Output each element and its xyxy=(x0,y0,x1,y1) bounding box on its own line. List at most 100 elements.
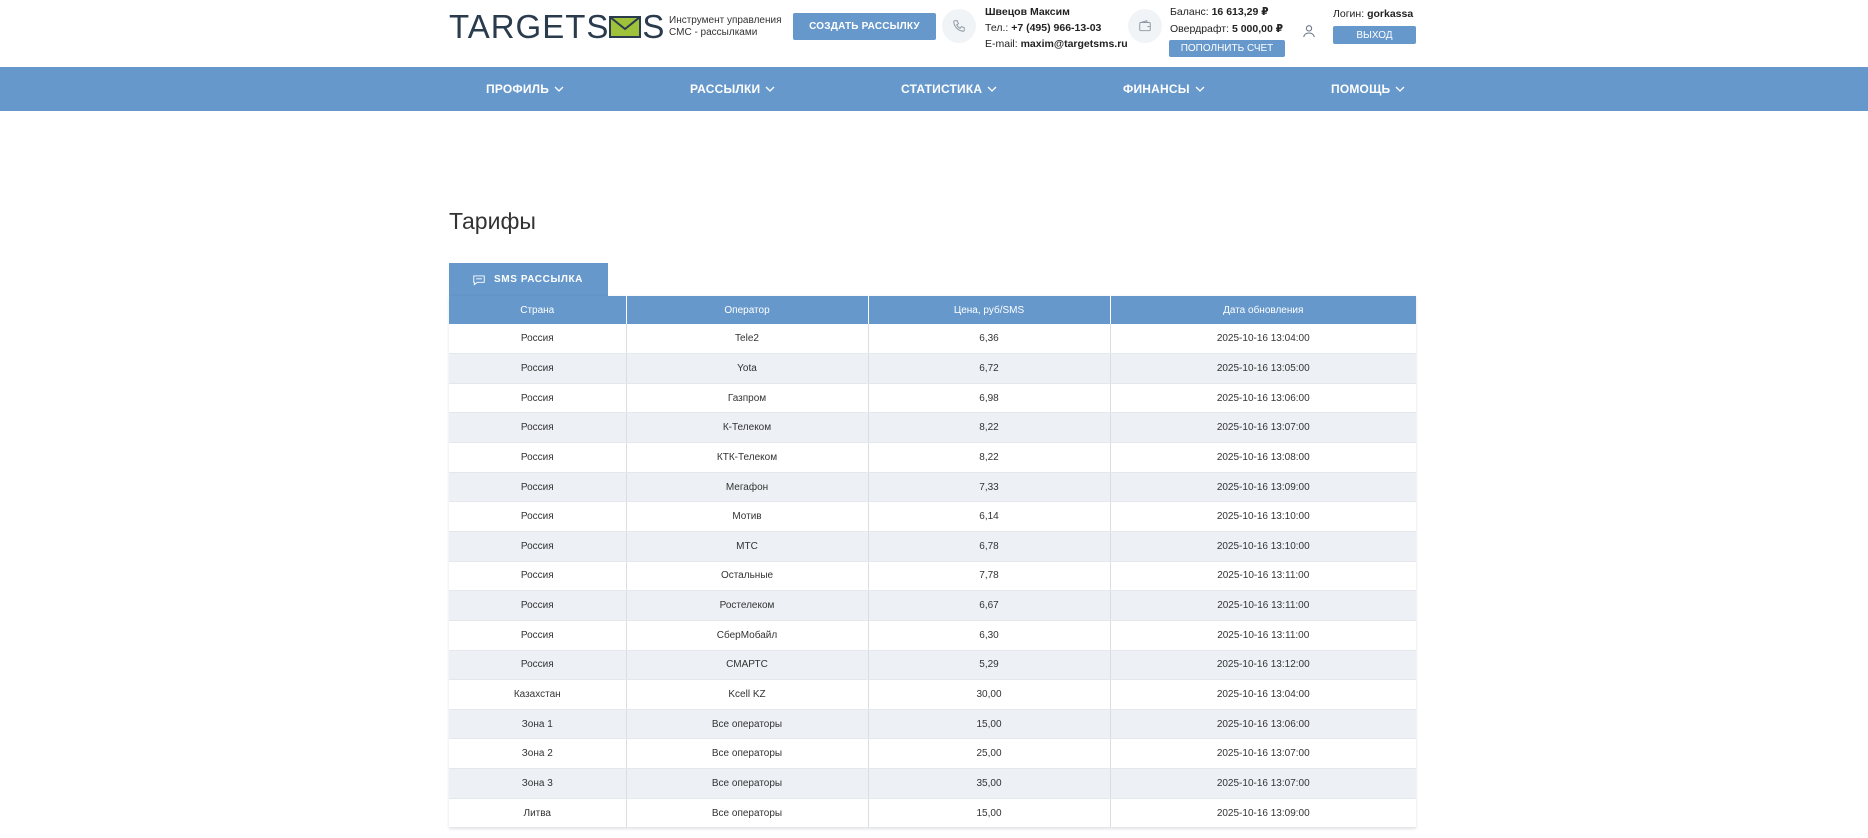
cell-price: 5,29 xyxy=(868,650,1111,681)
user-icon[interactable] xyxy=(1292,14,1326,48)
table-row: Россия Yota 6,72 2025-10-16 13:05:00 xyxy=(449,353,1416,384)
cell-price: 15,00 xyxy=(868,709,1111,740)
chevron-down-icon xyxy=(554,86,564,92)
nav-item-profile[interactable]: ПРОФИЛЬ xyxy=(486,67,564,111)
cell-price: 15,00 xyxy=(868,798,1111,829)
cell-updated: 2025-10-16 13:11:00 xyxy=(1110,561,1416,592)
tab-label: SMS РАССЫЛКА xyxy=(494,274,583,285)
cell-price: 6,72 xyxy=(868,353,1111,384)
logo-letter-s-end: S xyxy=(642,8,665,45)
logo-text: TARGET xyxy=(449,8,587,45)
nav-item-label: ПОМОЩЬ xyxy=(1331,82,1391,96)
nav-item-mailings[interactable]: РАССЫЛКИ xyxy=(690,67,775,111)
table-row: Россия Tele2 6,36 2025-10-16 13:04:00 xyxy=(449,324,1416,355)
chevron-down-icon xyxy=(987,86,997,92)
cell-country: Россия xyxy=(449,531,627,562)
phone-value[interactable]: +7 (495) 966-13-03 xyxy=(1011,22,1101,34)
cell-updated: 2025-10-16 13:05:00 xyxy=(1110,353,1416,384)
cell-updated: 2025-10-16 13:06:00 xyxy=(1110,709,1416,740)
table-row: Россия Мотив 6,14 2025-10-16 13:10:00 xyxy=(449,501,1416,532)
cell-country: Зона 1 xyxy=(449,709,627,740)
page-title: Тарифы xyxy=(449,208,536,234)
logout-button[interactable]: ВЫХОД xyxy=(1333,26,1416,44)
overdraft-label: Овердрафт: xyxy=(1170,23,1230,35)
nav-item-statistics[interactable]: СТАТИСТИКА xyxy=(901,67,997,111)
cell-price: 6,67 xyxy=(868,590,1111,621)
table-row: Россия Газпром 6,98 2025-10-16 13:06:00 xyxy=(449,383,1416,414)
cell-operator: Все операторы xyxy=(626,768,869,799)
cell-operator: Все операторы xyxy=(626,709,869,740)
balance-value: 16 613,29 ₽ xyxy=(1211,6,1269,18)
cell-operator: Все операторы xyxy=(626,798,869,829)
cell-updated: 2025-10-16 13:10:00 xyxy=(1110,501,1416,532)
cell-operator: Газпром xyxy=(626,383,869,414)
logo[interactable]: TARGET S S xyxy=(449,8,665,45)
cell-price: 8,22 xyxy=(868,412,1111,444)
create-mailing-button[interactable]: СОЗДАТЬ РАССЫЛКУ xyxy=(793,13,936,40)
contact-name: Швецов Максим xyxy=(985,6,1070,18)
main-nav: ПРОФИЛЬ РАССЫЛКИ СТАТИСТИКА ФИНАНСЫ ПОМО… xyxy=(0,67,1868,111)
cell-price: 7,33 xyxy=(868,472,1111,503)
nav-item-label: СТАТИСТИКА xyxy=(901,82,983,96)
cell-operator: Yota xyxy=(626,353,869,384)
cell-updated: 2025-10-16 13:10:00 xyxy=(1110,531,1416,562)
cell-country: Россия xyxy=(449,620,627,651)
cell-country: Казахстан xyxy=(449,679,627,710)
cell-updated: 2025-10-16 13:04:00 xyxy=(1110,324,1416,355)
nav-item-label: ПРОФИЛЬ xyxy=(486,82,550,96)
cell-price: 30,00 xyxy=(868,679,1111,710)
cell-price: 6,14 xyxy=(868,501,1111,532)
table-row: Казахстан Kcell KZ 30,00 2025-10-16 13:04:0… xyxy=(449,679,1416,710)
cell-updated: 2025-10-16 13:07:00 xyxy=(1110,738,1416,770)
cell-country: Россия xyxy=(449,412,627,444)
cell-operator: СберМобайл xyxy=(626,620,869,651)
cell-operator: Все операторы xyxy=(626,738,869,770)
sms-icon xyxy=(473,274,485,286)
cell-price: 6,98 xyxy=(868,383,1111,414)
table-row: Россия КТК-Телеком 8,22 2025-10-16 13:08:00 xyxy=(449,442,1416,473)
cell-country: Россия xyxy=(449,442,627,473)
cell-price: 35,00 xyxy=(868,768,1111,799)
cell-updated: 2025-10-16 13:11:00 xyxy=(1110,620,1416,651)
login-info: Логин: gorkassa xyxy=(1333,8,1413,20)
site-header: TARGET S S Инструмент управления СМС - р… xyxy=(0,0,1868,67)
cell-operator: К-Телеком xyxy=(626,412,869,444)
cell-price: 6,36 xyxy=(868,324,1111,355)
phone-icon xyxy=(942,9,976,43)
tab-sms-mailing[interactable]: SMS РАССЫЛКА xyxy=(449,263,608,296)
nav-item-help[interactable]: ПОМОЩЬ xyxy=(1331,67,1405,111)
cell-price: 6,78 xyxy=(868,531,1111,562)
cell-updated: 2025-10-16 13:08:00 xyxy=(1110,442,1416,473)
cell-country: Россия xyxy=(449,383,627,414)
cell-updated: 2025-10-16 13:04:00 xyxy=(1110,679,1416,710)
cell-price: 7,78 xyxy=(868,561,1111,592)
cell-country: Россия xyxy=(449,472,627,503)
cell-operator: МТС xyxy=(626,531,869,562)
cell-operator: КТК-Телеком xyxy=(626,442,869,473)
top-up-button[interactable]: ПОПОЛНИТЬ СЧЕТ xyxy=(1169,40,1285,57)
tagline: Инструмент управления СМС - рассылками xyxy=(669,15,789,39)
cell-operator: Мотив xyxy=(626,501,869,532)
cell-updated: 2025-10-16 13:09:00 xyxy=(1110,798,1416,829)
cell-operator: СМАРТС xyxy=(626,650,869,681)
nav-item-finances[interactable]: ФИНАНСЫ xyxy=(1123,67,1205,111)
chevron-down-icon xyxy=(765,86,775,92)
cell-country: Россия xyxy=(449,324,627,355)
chevron-down-icon xyxy=(1395,86,1405,92)
login-value: gorkassa xyxy=(1367,8,1414,20)
table-header-row: Страна Оператор Цена, руб/SMS Дата обнов… xyxy=(449,296,1416,324)
cell-updated: 2025-10-16 13:11:00 xyxy=(1110,590,1416,621)
cell-country: Россия xyxy=(449,561,627,592)
cell-operator: Kcell KZ xyxy=(626,679,869,710)
table-row: Россия Остальные 7,78 2025-10-16 13:11:00 xyxy=(449,561,1416,592)
balance-label: Баланс: xyxy=(1170,6,1209,18)
nav-item-label: РАССЫЛКИ xyxy=(690,82,761,96)
cell-operator: Tele2 xyxy=(626,324,869,355)
cell-price: 8,22 xyxy=(868,442,1111,473)
cell-price: 6,30 xyxy=(868,620,1111,651)
logo-letter-s: S xyxy=(586,8,609,45)
cell-operator: Мегафон xyxy=(626,472,869,503)
contact-info: Швецов Максим Тел.: +7 (495) 966-13-03 E… xyxy=(985,4,1128,52)
email-value[interactable]: maxim@targetsms.ru xyxy=(1021,38,1128,50)
table-row: Россия СберМобайл 6,30 2025-10-16 13:11:00 xyxy=(449,620,1416,651)
